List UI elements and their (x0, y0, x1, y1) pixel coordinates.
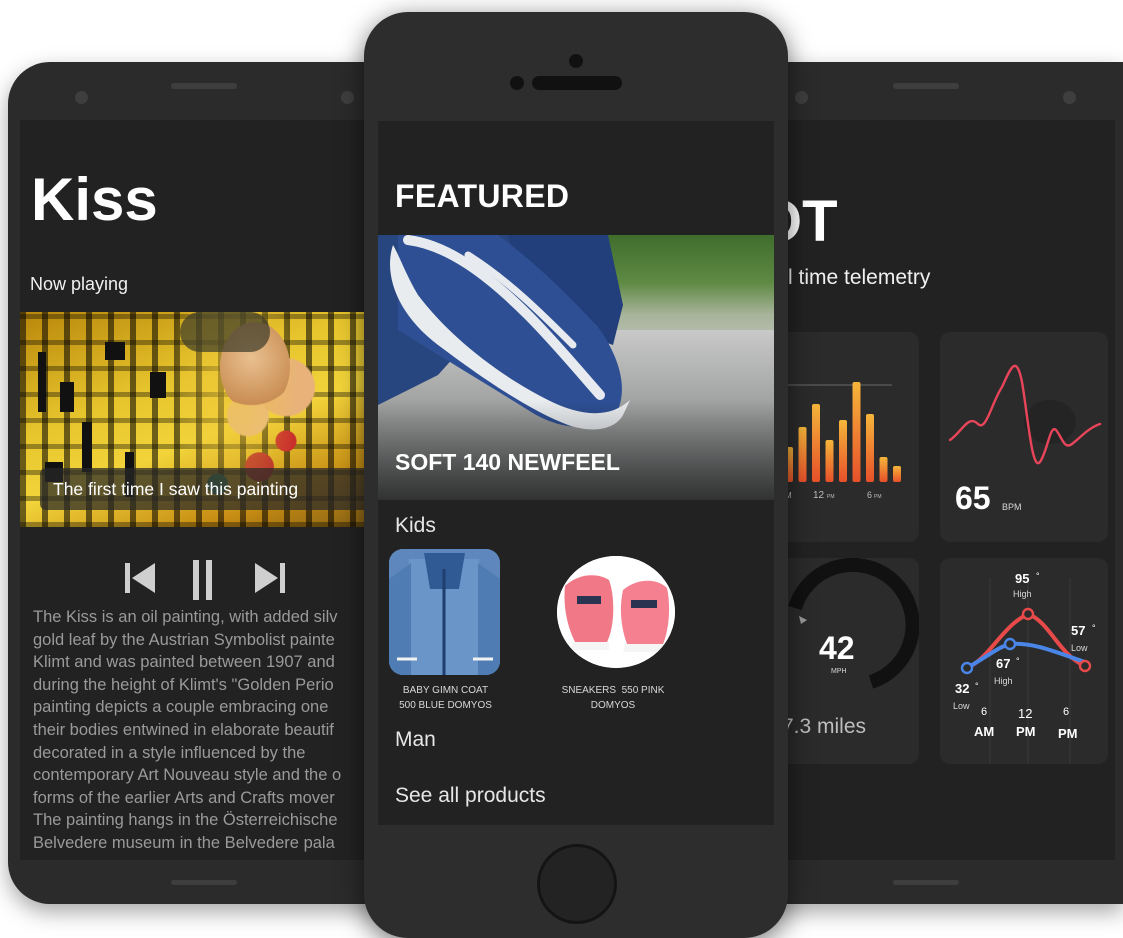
sneakers-photo (557, 556, 675, 668)
heart-rate-unit: BPM (1002, 502, 1022, 512)
showcase-stage: Kiss Now playing The first time I saw th… (0, 0, 1123, 938)
product-image-coat[interactable] (389, 549, 500, 675)
pause-icon[interactable] (191, 560, 215, 600)
tick-label-right-unit: PM (874, 494, 882, 500)
bars-group (785, 382, 901, 482)
activity-bars-chart: M 12 PM 6 PM (785, 382, 901, 501)
skip-next-icon[interactable] (253, 560, 287, 596)
activity-bar (798, 427, 807, 482)
featured-product-name: SOFT 140 NEWFEEL (395, 449, 620, 475)
product-label-sneakers[interactable]: SNEAKERS 550 PINK DOMYOS (549, 683, 677, 713)
degree-symbol: ° (1092, 623, 1096, 633)
degree-symbol: ° (1016, 656, 1020, 666)
low-temp-line (966, 641, 1086, 670)
artwork-caption: The first time I saw this painting (40, 468, 380, 510)
sensor-dot (1063, 91, 1076, 104)
speed-gauge: 42 MPH (788, 558, 919, 689)
tick-label-right: 6 (867, 490, 872, 500)
low-right-label: Low (1071, 643, 1088, 653)
speaker-grille (893, 83, 959, 89)
bottom-bar (171, 880, 237, 885)
speed-unit: MPH (831, 668, 847, 675)
gauge-pointer-icon (799, 616, 807, 624)
section-man[interactable]: Man (395, 728, 436, 752)
front-camera (569, 54, 583, 68)
heart-wave-line (948, 364, 1102, 465)
low-left-label: Low (953, 701, 970, 711)
low-right-value: 57 (1071, 623, 1085, 638)
product-label-line: SNEAKERS 550 PINK (561, 685, 665, 696)
activity-bar (879, 457, 888, 482)
skip-previous-icon[interactable] (123, 560, 157, 596)
tick-6-am-num: 6 (981, 706, 987, 718)
activity-bar (812, 404, 820, 482)
sensor-dot (341, 91, 354, 104)
product-label-coat[interactable]: BABY GIMN COAT 500 BLUE DOMYOS (388, 683, 503, 713)
speed-card[interactable]: 42 MPH 7.3 miles (785, 558, 919, 764)
front-sensor (510, 76, 524, 90)
product-image-sneakers[interactable] (557, 556, 675, 668)
coat-photo (389, 549, 500, 675)
tick-label-mid-unit: PM (827, 494, 835, 500)
app-title: OT (785, 189, 838, 254)
tick-6-am-unit: AM (974, 724, 994, 739)
activity-bar (893, 466, 901, 482)
mid-temp-label: High (994, 676, 1013, 686)
heart-wave-chart (948, 364, 1102, 465)
degree-symbol: ° (975, 681, 979, 691)
song-title: Kiss (31, 166, 158, 233)
degree-symbol: ° (1036, 571, 1040, 581)
home-button[interactable] (537, 844, 617, 924)
telemetry-app-screen: OT l time telemetry M 12 PM 6 PM (785, 120, 1115, 860)
now-playing-label: Now playing (30, 274, 129, 294)
tick-12-pm-unit: PM (1016, 724, 1036, 739)
tick-12-pm-num: 12 (1018, 706, 1032, 721)
see-all-products-link[interactable]: See all products (395, 784, 546, 808)
temperature-chart: 95 ° High 57 ° Low 67 ° High 32 ° Low 6 … (953, 571, 1096, 764)
section-kids[interactable]: Kids (395, 514, 436, 538)
high-temp-label: High (1013, 589, 1032, 599)
high-temp-value: 95 (1015, 571, 1029, 586)
camera-dot (795, 91, 808, 104)
app-subtitle: l time telemetry (788, 266, 931, 289)
product-label-line: DOMYOS (590, 700, 636, 711)
low-left-value: 32 (955, 681, 969, 696)
speed-value: 42 (819, 630, 855, 666)
artwork-description: The Kiss is an oil painting, with added … (33, 608, 342, 852)
bottom-bar (893, 880, 959, 885)
activity-bar (852, 382, 861, 482)
camera-dot (75, 91, 88, 104)
tick-6-pm-unit: PM (1058, 726, 1078, 741)
playback-controls (123, 560, 293, 600)
front-speaker (532, 76, 622, 90)
speaker-grille (171, 83, 237, 89)
activity-bar (825, 440, 834, 482)
activity-bar (866, 414, 874, 482)
activity-bar (839, 420, 847, 482)
activity-bars-card[interactable]: M 12 PM 6 PM (785, 332, 919, 542)
tick-label-mid: 12 (813, 490, 825, 501)
music-app-screen: Kiss Now playing The first time I saw th… (20, 120, 400, 860)
high-temp-line (966, 611, 1086, 670)
temperature-card[interactable]: 95 ° High 57 ° Low 67 ° High 32 ° Low 6 … (940, 558, 1108, 764)
shop-app-screen: FEATURED SOFT 140 NEWFEEL Kids BABY GIMN… (378, 121, 774, 825)
product-label-line: 500 BLUE DOMYOS (399, 700, 492, 711)
mid-temp-value: 67 (996, 656, 1010, 671)
featured-product-banner[interactable]: SOFT 140 NEWFEEL (378, 235, 774, 500)
heart-rate-card[interactable]: 65 BPM (940, 332, 1108, 542)
heart-rate-value: 65 (955, 480, 991, 516)
tick-6-pm-num: 6 (1063, 706, 1069, 718)
product-label-line: BABY GIMN COAT (402, 685, 489, 696)
distance-value: 7.3 miles (785, 715, 867, 738)
featured-title: FEATURED (395, 178, 570, 214)
